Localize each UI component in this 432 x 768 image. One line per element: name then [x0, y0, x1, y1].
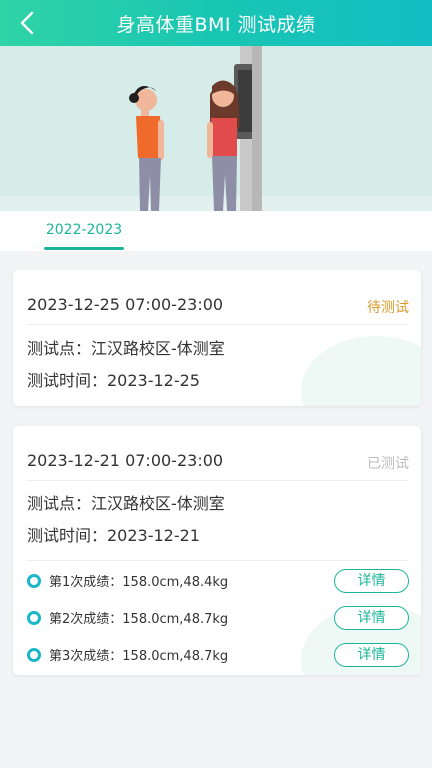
- time-range: 2023-12-25 07:00-23:00: [27, 295, 224, 314]
- tab-active-indicator: [44, 247, 124, 250]
- card-header: 2023-12-25 07:00-23:00 待测试: [27, 285, 409, 325]
- bullet-dot-icon: [27, 574, 41, 588]
- result-row: 第3次成绩：158.0cm,48.7kg 详情: [27, 643, 409, 669]
- details-button[interactable]: 详情: [334, 606, 409, 630]
- test-location: 测试点：江汉路校区-体测室: [27, 339, 225, 358]
- tab-2022-2023[interactable]: 2022-2023: [44, 219, 124, 251]
- status-badge: 待测试: [367, 300, 409, 316]
- status-badge: 已测试: [367, 456, 409, 472]
- app-header: 身高体重BMI 测试成绩: [0, 0, 432, 46]
- test-date: 测试时间：2023-12-25: [27, 371, 200, 390]
- card-decoration: [301, 336, 421, 406]
- test-record-card[interactable]: 2023-12-21 07:00-23:00 已测试 测试点：江汉路校区-体测室…: [13, 426, 421, 675]
- result-row: 第1次成绩：158.0cm,48.4kg 详情: [27, 569, 409, 595]
- tab-label: 2022-2023: [45, 222, 123, 238]
- result-text: 第3次成绩：158.0cm,48.7kg: [49, 649, 229, 664]
- result-row: 第2次成绩：158.0cm,48.7kg 详情: [27, 606, 409, 632]
- page-title: 身高体重BMI 测试成绩: [116, 13, 316, 36]
- details-button[interactable]: 详情: [334, 569, 409, 593]
- measurement-scene-illustration: [0, 46, 432, 211]
- banner-illustration: [0, 46, 432, 211]
- result-text: 第1次成绩：158.0cm,48.4kg: [49, 575, 229, 590]
- test-location: 测试点：江汉路校区-体测室: [27, 494, 225, 513]
- divider: [27, 560, 409, 561]
- back-button[interactable]: [10, 6, 44, 40]
- chevron-left-icon: [20, 11, 34, 35]
- test-date: 测试时间：2023-12-21: [27, 526, 200, 545]
- details-button[interactable]: 详情: [334, 643, 409, 667]
- bullet-dot-icon: [27, 648, 41, 662]
- time-range: 2023-12-21 07:00-23:00: [27, 451, 224, 470]
- result-text: 第2次成绩：158.0cm,48.7kg: [49, 612, 229, 627]
- test-record-card[interactable]: 2023-12-25 07:00-23:00 待测试 测试点：江汉路校区-体测室…: [13, 270, 421, 406]
- bullet-dot-icon: [27, 611, 41, 625]
- card-header: 2023-12-21 07:00-23:00 已测试: [27, 441, 409, 481]
- year-tabs: 2022-2023: [0, 211, 432, 251]
